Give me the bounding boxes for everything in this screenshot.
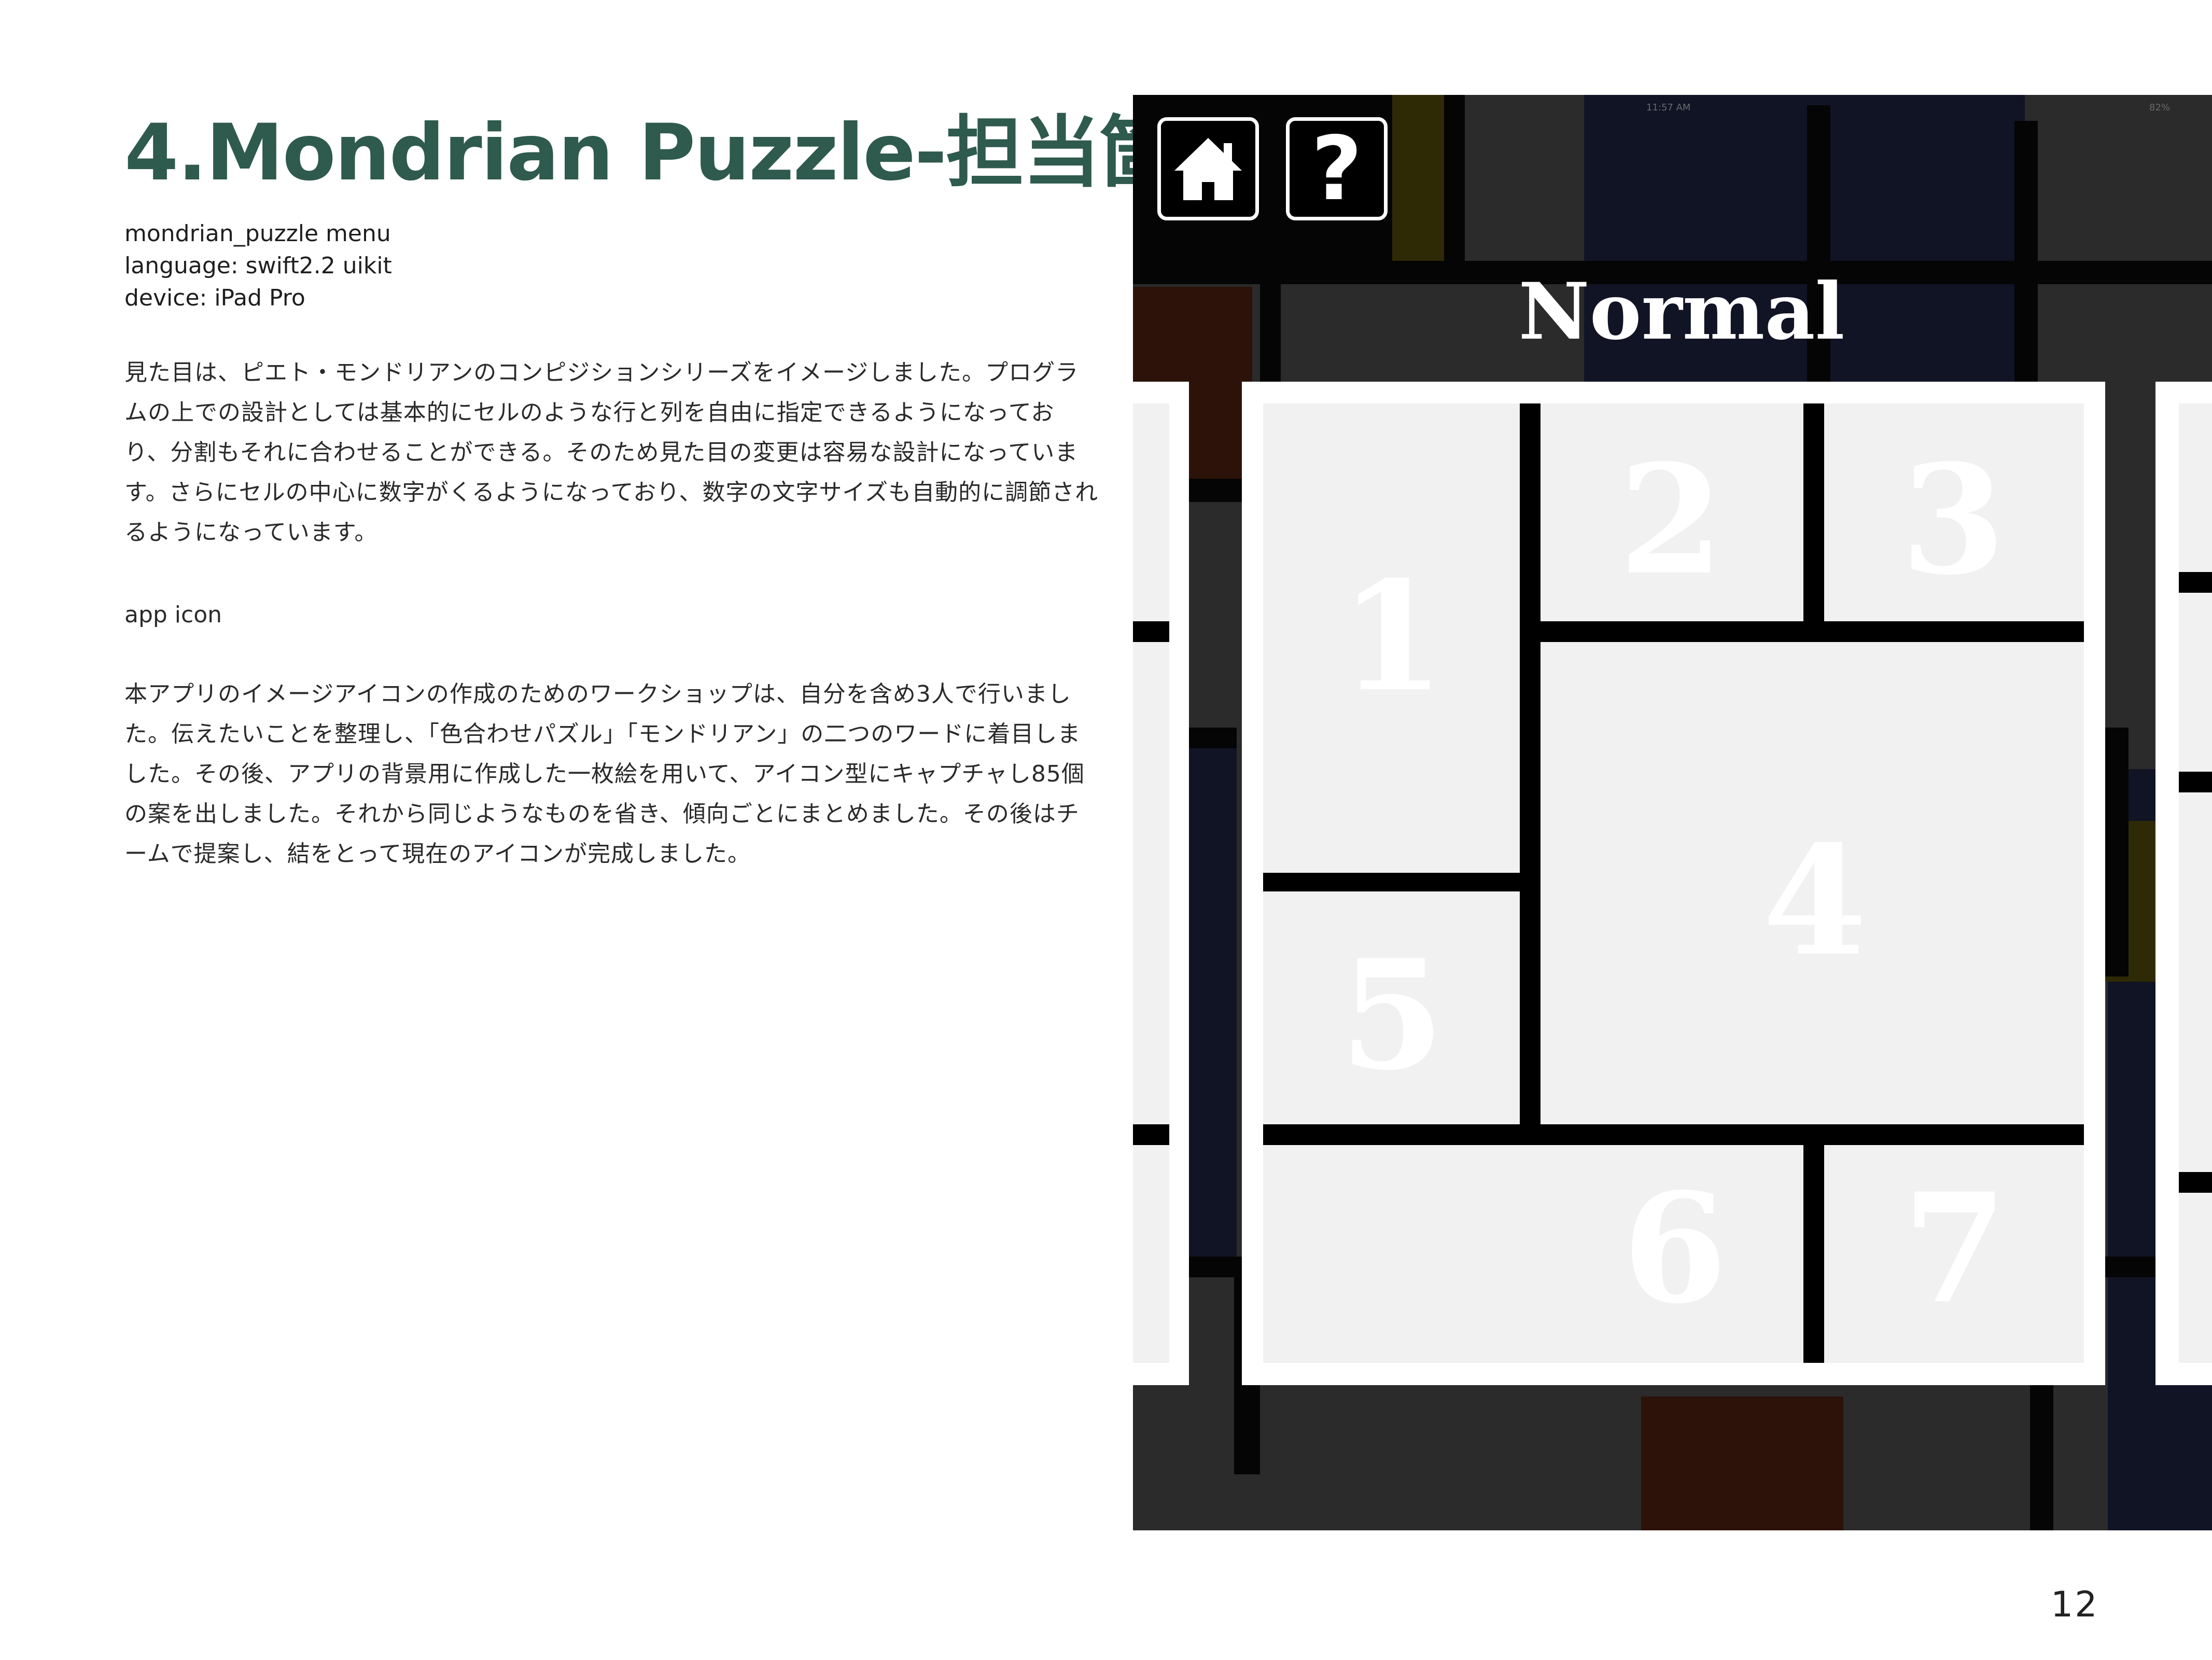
grid-line: [2179, 1172, 2212, 1193]
grid-line: [1520, 403, 1541, 1136]
grid-line: [1541, 621, 2084, 642]
status-battery: 82%: [2149, 102, 2171, 113]
help-button[interactable]: ?: [1286, 117, 1388, 220]
slide-title: 4.Mondrian Puzzle-担当箇所: [124, 108, 1254, 198]
grid-line: [1133, 621, 1169, 642]
grid-line: [1803, 1145, 1824, 1363]
grid-line: [1263, 1124, 2084, 1145]
grid-line: [2179, 572, 2212, 593]
design-description: 見た目は、ピエト・モンドリアンのコンピジションシリーズをイメージしました。プログ…: [124, 359, 1099, 546]
home-icon: [1174, 137, 1242, 200]
grid-line: [1263, 873, 1520, 891]
background-block: [1641, 1397, 1843, 1530]
status-time: 11:57 AM: [1646, 102, 1691, 113]
next-card-cells: [2179, 403, 2212, 1363]
cell-number-2[interactable]: 2: [1593, 445, 1749, 595]
background-block: [1392, 95, 1447, 266]
cell-number-7[interactable]: 7: [1877, 1174, 2033, 1324]
home-button[interactable]: [1157, 117, 1259, 220]
page-number: 12: [2051, 1584, 2099, 1625]
grid-line: [1803, 403, 1824, 626]
cell-number-1[interactable]: 1: [1314, 562, 1470, 712]
help-icon: ?: [1311, 117, 1363, 220]
cell-number-3[interactable]: 3: [1875, 445, 2031, 595]
app-icon-description: 本アプリのイメージアイコンの作成のためのワークショップは、自分を含め3人で行いま…: [124, 681, 1085, 867]
app-icon-heading: app icon: [124, 602, 222, 628]
mode-title: Normal: [1518, 266, 1845, 357]
cell-number-5[interactable]: 5: [1314, 940, 1470, 1091]
background-bar: [1444, 95, 1465, 266]
meta-project-name: mondrian_puzzle menu: [124, 220, 391, 247]
cell-number-6[interactable]: 6: [1597, 1174, 1753, 1324]
background-bar: [2014, 121, 2038, 401]
project-meta: mondrian_puzzle menu language: swift2.2 …: [124, 218, 392, 314]
app-screenshot: 11:57 AM 82% ? Normal 1 2 3 4 5 6 7: [1133, 95, 2212, 1530]
grid-line: [2179, 772, 2212, 792]
meta-device: device: iPad Pro: [124, 285, 305, 311]
cell-number-4[interactable]: 4: [1737, 826, 1893, 977]
grid-line: [1133, 1124, 1169, 1145]
meta-language: language: swift2.2 uikit: [124, 253, 392, 279]
previous-card-cells: [1133, 403, 1169, 1363]
